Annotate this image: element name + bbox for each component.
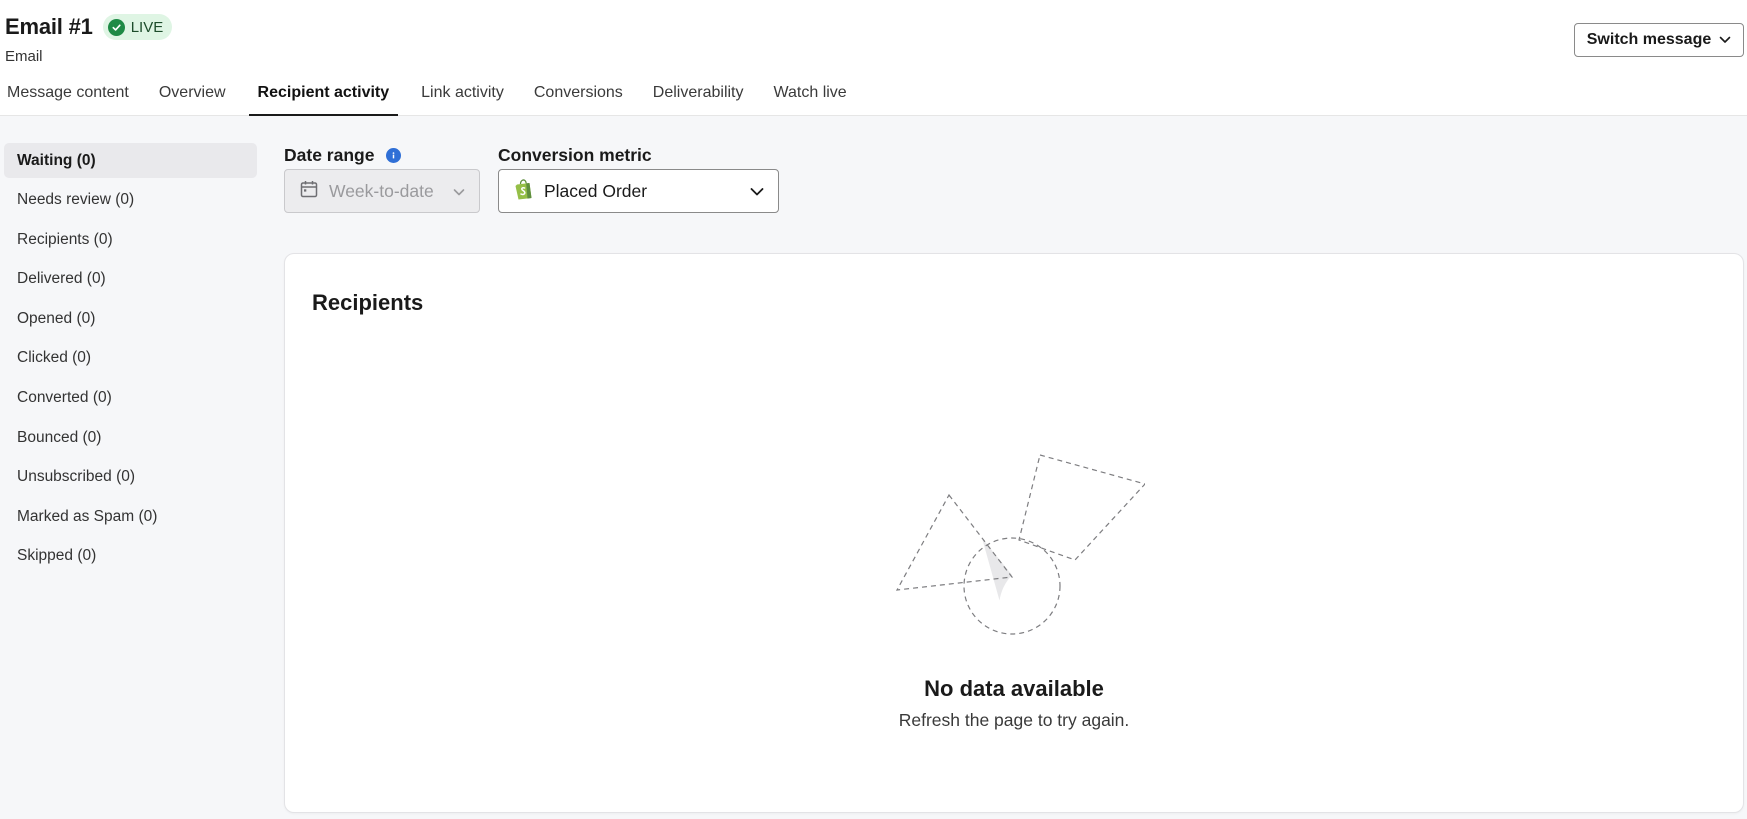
shapes-illustration bbox=[895, 428, 1147, 653]
chevron-down-icon bbox=[750, 181, 764, 202]
sidebar-item-bounced[interactable]: Bounced (0) bbox=[4, 420, 257, 455]
page-title: Email #1 bbox=[5, 14, 93, 39]
sidebar-item-delivered[interactable]: Delivered (0) bbox=[4, 262, 257, 297]
tab-deliverability[interactable]: Deliverability bbox=[646, 80, 751, 116]
calendar-icon bbox=[299, 179, 319, 204]
status-badge: LIVE bbox=[102, 14, 173, 40]
tab-watch-live[interactable]: Watch live bbox=[767, 80, 854, 116]
sidebar-item-recipients[interactable]: Recipients (0) bbox=[4, 222, 257, 257]
tab-overview[interactable]: Overview bbox=[152, 80, 233, 116]
sidebar-item-marked-as-spam[interactable]: Marked as Spam (0) bbox=[4, 499, 257, 534]
title-row: Email #1 LIVE bbox=[5, 14, 173, 40]
check-circle-icon bbox=[107, 18, 125, 36]
tab-conversions[interactable]: Conversions bbox=[527, 80, 630, 116]
page-header: Email #1 LIVE Email Switch message Messa… bbox=[0, 0, 1747, 116]
sidebar-item-waiting[interactable]: Waiting (0) bbox=[4, 143, 257, 178]
page-subtitle: Email bbox=[5, 48, 43, 65]
date-range-value: Week-to-date bbox=[329, 180, 434, 201]
activity-sidebar: Waiting (0) Needs review (0) Recipients … bbox=[4, 143, 257, 579]
switch-message-label: Switch message bbox=[1586, 31, 1712, 48]
card-title: Recipients bbox=[312, 290, 424, 315]
conversion-metric-select[interactable]: Placed Order bbox=[498, 169, 779, 213]
tab-recipient-activity[interactable]: Recipient activity bbox=[248, 80, 399, 116]
shopify-bag-icon bbox=[514, 178, 534, 205]
tab-bar: Message content Overview Recipient activ… bbox=[0, 80, 870, 116]
conversion-metric-value: Placed Order bbox=[544, 180, 648, 201]
sidebar-item-needs-review[interactable]: Needs review (0) bbox=[4, 183, 257, 218]
recipients-card: Recipients No data available Refresh the… bbox=[284, 253, 1744, 813]
sidebar-item-clicked[interactable]: Clicked (0) bbox=[4, 341, 257, 376]
switch-message-button[interactable]: Switch message bbox=[1574, 23, 1744, 57]
chevron-down-icon bbox=[453, 181, 465, 202]
sidebar-item-unsubscribed[interactable]: Unsubscribed (0) bbox=[4, 460, 257, 495]
tab-link-activity[interactable]: Link activity bbox=[414, 80, 511, 116]
empty-state-subtitle: Refresh the page to try again. bbox=[898, 710, 1130, 730]
sidebar-item-skipped[interactable]: Skipped (0) bbox=[4, 539, 257, 574]
tab-message-content[interactable]: Message content bbox=[0, 80, 136, 116]
sidebar-item-opened[interactable]: Opened (0) bbox=[4, 301, 257, 336]
conversion-metric-label: Conversion metric bbox=[498, 145, 652, 165]
chevron-down-icon bbox=[1719, 31, 1731, 49]
info-icon[interactable] bbox=[386, 148, 402, 163]
status-badge-label: LIVE bbox=[130, 18, 164, 36]
empty-state-title: No data available bbox=[924, 676, 1104, 701]
date-range-select[interactable]: Week-to-date bbox=[284, 169, 480, 213]
sidebar-item-converted[interactable]: Converted (0) bbox=[4, 381, 257, 416]
date-range-label-group: Date range bbox=[284, 145, 402, 166]
date-range-label: Date range bbox=[284, 145, 375, 165]
